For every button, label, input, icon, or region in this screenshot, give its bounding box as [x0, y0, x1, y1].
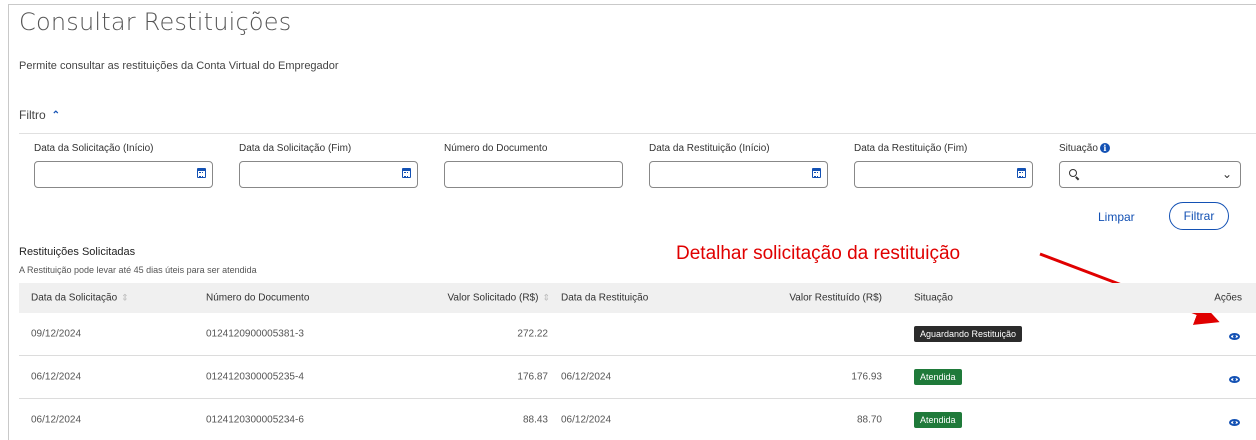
field-numero-documento: Número do Documento: [444, 143, 623, 188]
table-row: 06/12/2024 0124120300005234-6 88.43 06/1…: [19, 399, 1256, 440]
cell-numero-documento: 0124120300005235-4: [206, 371, 304, 383]
sort-icon[interactable]: ⇕: [121, 293, 129, 303]
field-data-solicitacao-fim: Data da Solicitação (Fim): [239, 143, 418, 188]
field-data-solicitacao-inicio: Data da Solicitação (Início): [34, 143, 213, 188]
page-subtitle: Permite consultar as restituições da Con…: [19, 60, 339, 72]
column-header-valor-restituido: Valor Restituído (R$): [789, 292, 882, 304]
eye-icon[interactable]: [1229, 419, 1240, 426]
field-data-restituicao-fim: Data da Restituição (Fim): [854, 143, 1033, 188]
filter-button[interactable]: Filtrar: [1169, 202, 1229, 230]
field-label: Data da Solicitação (Início): [34, 143, 154, 154]
info-icon[interactable]: i: [1099, 143, 1110, 154]
column-header-situacao: Situação: [914, 292, 953, 304]
status-badge: Atendida: [914, 412, 962, 428]
eye-icon[interactable]: [1229, 376, 1240, 383]
column-header-valor-solicitado[interactable]: Valor Solicitado (R$) ⇕: [447, 293, 550, 304]
cell-data-solicitacao: 06/12/2024: [31, 414, 82, 426]
filter-toggle-label: Filtro: [19, 108, 46, 122]
calendar-icon[interactable]: [1017, 168, 1026, 178]
chevron-up-icon: ⌃: [51, 109, 61, 121]
cell-valor-restituido: 176.93: [851, 371, 882, 383]
field-label: Número do Documento: [444, 143, 548, 154]
column-header-data-solicitacao[interactable]: Data da Solicitação ⇕: [31, 293, 129, 304]
column-header-numero-documento: Número do Documento: [206, 292, 310, 304]
column-header-data-restituicao: Data da Restituição: [561, 292, 649, 304]
column-label: Valor Solicitado (R$): [447, 292, 539, 304]
status-badge: Atendida: [914, 369, 962, 385]
eye-icon[interactable]: [1229, 333, 1240, 340]
field-label: Situação i: [1059, 143, 1241, 155]
cell-valor-solicitado: 88.43: [522, 414, 548, 426]
field-label: Data da Solicitação (Fim): [239, 143, 352, 154]
results-table: Data da Solicitação ⇕ Número do Documento…: [19, 283, 1256, 440]
search-icon: [1069, 169, 1077, 177]
cell-numero-documento: 0124120900005381-3: [206, 328, 304, 340]
cell-data-solicitacao: 09/12/2024: [31, 328, 82, 340]
situacao-label: Situação: [1059, 143, 1098, 154]
table-row: 06/12/2024 0124120300005235-4 176.87 06/…: [19, 356, 1256, 399]
cell-data-restituicao: 06/12/2024: [561, 414, 612, 426]
page-title: Consultar Restituições: [19, 8, 292, 36]
column-header-acoes: Ações: [1214, 292, 1242, 304]
date-input-restituicao-fim[interactable]: [854, 161, 1033, 188]
cell-valor-solicitado: 272.22: [517, 328, 548, 340]
annotation-label: Detalhar solicitação da restituição: [676, 243, 961, 264]
cell-valor-solicitado: 176.87: [517, 371, 548, 383]
cell-data-restituicao: 06/12/2024: [561, 371, 612, 383]
status-badge: Aguardando Restituição: [914, 326, 1023, 342]
clear-button[interactable]: Limpar: [1098, 210, 1135, 224]
calendar-icon[interactable]: [812, 168, 821, 178]
numero-documento-input[interactable]: [444, 161, 623, 188]
calendar-icon[interactable]: [402, 168, 411, 178]
date-input-solicitacao-fim[interactable]: [239, 161, 418, 188]
field-data-restituicao-inicio: Data da Restituição (Início): [649, 143, 828, 188]
table-header: Data da Solicitação ⇕ Número do Documento…: [19, 283, 1256, 313]
sort-icon[interactable]: ⇕: [542, 293, 550, 303]
filter-toggle[interactable]: Filtro ⌃: [19, 108, 60, 122]
chevron-down-icon[interactable]: ⌄: [1222, 167, 1232, 181]
situacao-select[interactable]: ⌄: [1059, 161, 1241, 188]
field-situacao: Situação i ⌄: [1059, 143, 1241, 188]
cell-valor-restituido: 88.70: [856, 414, 882, 426]
results-note: A Restituição pode levar até 45 dias úte…: [19, 265, 257, 275]
field-label: Data da Restituição (Fim): [854, 143, 968, 154]
cell-numero-documento: 0124120300005234-6: [206, 414, 304, 426]
table-row: 09/12/2024 0124120900005381-3 272.22 Agu…: [19, 313, 1256, 356]
results-title: Restituições Solicitadas: [19, 246, 136, 258]
date-input-restituicao-inicio[interactable]: [649, 161, 828, 188]
column-label: Data da Solicitação: [31, 292, 118, 304]
field-label: Data da Restituição (Início): [649, 143, 770, 154]
date-input-solicitacao-inicio[interactable]: [34, 161, 213, 188]
cell-data-solicitacao: 06/12/2024: [31, 371, 82, 383]
calendar-icon[interactable]: [197, 168, 206, 178]
filter-divider: [19, 133, 1256, 134]
